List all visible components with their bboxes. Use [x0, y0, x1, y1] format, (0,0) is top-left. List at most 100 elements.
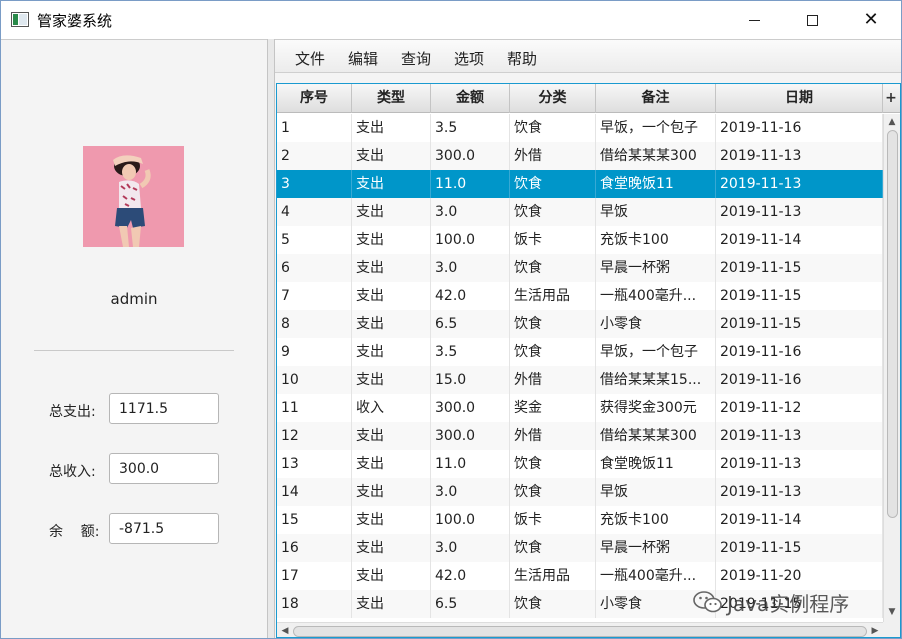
cell-type[interactable]: 支出 — [352, 226, 431, 254]
cell-note[interactable]: 一瓶400毫升... — [596, 282, 716, 310]
cell-amount[interactable]: 15.0 — [431, 366, 510, 394]
cell-type[interactable]: 支出 — [352, 478, 431, 506]
cell-amount[interactable]: 300.0 — [431, 142, 510, 170]
cell-note[interactable]: 小零食 — [596, 310, 716, 338]
cell-category[interactable]: 生活用品 — [510, 282, 596, 310]
table-row[interactable]: 1 支出 3.5 饮食 早饭，一个包子 2019-11-16 — [277, 114, 883, 142]
cell-date[interactable]: 2019-11-13 — [716, 142, 883, 170]
cell-amount[interactable]: 3.5 — [431, 114, 510, 142]
cell-category[interactable]: 饮食 — [510, 590, 596, 618]
cell-amount[interactable]: 3.0 — [431, 478, 510, 506]
total-expense-field[interactable] — [109, 393, 219, 424]
cell-type[interactable]: 支出 — [352, 254, 431, 282]
cell-type[interactable]: 支出 — [352, 282, 431, 310]
scroll-left-icon[interactable]: ◀ — [279, 625, 291, 637]
column-header-category[interactable]: 分类 — [510, 84, 596, 113]
cell-index[interactable]: 16 — [277, 534, 352, 562]
cell-note[interactable]: 早晨一杯粥 — [596, 254, 716, 282]
cell-note[interactable]: 早饭，一个包子 — [596, 338, 716, 366]
cell-type[interactable]: 支出 — [352, 142, 431, 170]
table-row[interactable]: 16 支出 3.0 饮食 早晨一杯粥 2019-11-15 — [277, 534, 883, 562]
cell-note[interactable]: 充饭卡100 — [596, 506, 716, 534]
table-row[interactable]: 12 支出 300.0 外借 借给某某某300 2019-11-13 — [277, 422, 883, 450]
cell-category[interactable]: 饮食 — [510, 114, 596, 142]
cell-date[interactable]: 2019-11-16 — [716, 114, 883, 142]
minimize-button[interactable] — [725, 1, 783, 39]
cell-type[interactable]: 收入 — [352, 394, 431, 422]
menu-help[interactable]: 帮助 — [507, 48, 537, 69]
cell-amount[interactable]: 100.0 — [431, 226, 510, 254]
column-header-type[interactable]: 类型 — [352, 84, 431, 113]
cell-amount[interactable]: 6.5 — [431, 590, 510, 618]
table-row[interactable]: 15 支出 100.0 饭卡 充饭卡100 2019-11-14 — [277, 506, 883, 534]
cell-type[interactable]: 支出 — [352, 366, 431, 394]
cell-note[interactable]: 食堂晚饭11 — [596, 450, 716, 478]
cell-note[interactable]: 借给某某某15... — [596, 366, 716, 394]
menu-query[interactable]: 查询 — [401, 48, 431, 69]
cell-category[interactable]: 饮食 — [510, 254, 596, 282]
cell-date[interactable]: 2019-11-13 — [716, 170, 883, 198]
table-row[interactable]: 2 支出 300.0 外借 借给某某某300 2019-11-13 — [277, 142, 883, 170]
cell-amount[interactable]: 6.5 — [431, 310, 510, 338]
cell-index[interactable]: 6 — [277, 254, 352, 282]
table-row[interactable]: 6 支出 3.0 饮食 早晨一杯粥 2019-11-15 — [277, 254, 883, 282]
table-row[interactable]: 5 支出 100.0 饭卡 充饭卡100 2019-11-14 — [277, 226, 883, 254]
cell-type[interactable]: 支出 — [352, 114, 431, 142]
cell-type[interactable]: 支出 — [352, 450, 431, 478]
cell-category[interactable]: 饮食 — [510, 450, 596, 478]
cell-note[interactable]: 充饭卡100 — [596, 226, 716, 254]
cell-category[interactable]: 外借 — [510, 142, 596, 170]
cell-date[interactable]: 2019-11-15 — [716, 282, 883, 310]
horizontal-scrollbar[interactable]: ◀ ▶ — [277, 622, 883, 637]
menu-options[interactable]: 选项 — [454, 48, 484, 69]
column-header-amount[interactable]: 金额 — [431, 84, 510, 113]
cell-index[interactable]: 5 — [277, 226, 352, 254]
table-row[interactable]: 13 支出 11.0 饮食 食堂晚饭11 2019-11-13 — [277, 450, 883, 478]
table-row[interactable]: 17 支出 42.0 生活用品 一瓶400毫升... 2019-11-20 — [277, 562, 883, 590]
cell-type[interactable]: 支出 — [352, 534, 431, 562]
cell-type[interactable]: 支出 — [352, 506, 431, 534]
table-row[interactable]: 11 收入 300.0 奖金 获得奖金300元 2019-11-12 — [277, 394, 883, 422]
cell-category[interactable]: 饮食 — [510, 338, 596, 366]
cell-date[interactable]: 2019-11-13 — [716, 478, 883, 506]
total-income-field[interactable] — [109, 453, 219, 484]
cell-date[interactable]: 2019-11-13 — [716, 422, 883, 450]
cell-note[interactable]: 早饭 — [596, 478, 716, 506]
column-header-note[interactable]: 备注 — [596, 84, 716, 113]
cell-type[interactable]: 支出 — [352, 590, 431, 618]
cell-amount[interactable]: 11.0 — [431, 450, 510, 478]
cell-index[interactable]: 4 — [277, 198, 352, 226]
cell-date[interactable]: 2019-11-14 — [716, 506, 883, 534]
cell-index[interactable]: 12 — [277, 422, 352, 450]
cell-note[interactable]: 获得奖金300元 — [596, 394, 716, 422]
cell-type[interactable]: 支出 — [352, 198, 431, 226]
cell-note[interactable]: 早饭，一个包子 — [596, 114, 716, 142]
cell-amount[interactable]: 42.0 — [431, 282, 510, 310]
cell-type[interactable]: 支出 — [352, 338, 431, 366]
cell-type[interactable]: 支出 — [352, 562, 431, 590]
table-row[interactable]: 3 支出 11.0 饮食 食堂晚饭11 2019-11-13 — [277, 170, 883, 198]
cell-index[interactable]: 8 — [277, 310, 352, 338]
cell-index[interactable]: 11 — [277, 394, 352, 422]
cell-amount[interactable]: 42.0 — [431, 562, 510, 590]
cell-date[interactable]: 2019-11-14 — [716, 226, 883, 254]
cell-type[interactable]: 支出 — [352, 422, 431, 450]
maximize-button[interactable] — [783, 1, 841, 39]
cell-index[interactable]: 9 — [277, 338, 352, 366]
cell-category[interactable]: 饮食 — [510, 478, 596, 506]
title-bar[interactable]: 管家婆系统 ✕ — [1, 1, 901, 39]
cell-date[interactable]: 2019-11-13 — [716, 450, 883, 478]
cell-category[interactable]: 饮食 — [510, 534, 596, 562]
cell-note[interactable]: 早饭 — [596, 198, 716, 226]
cell-date[interactable]: 2019-11-16 — [716, 338, 883, 366]
cell-note[interactable]: 一瓶400毫升... — [596, 562, 716, 590]
cell-category[interactable]: 饮食 — [510, 170, 596, 198]
column-menu-button[interactable]: + — [882, 84, 900, 113]
balance-field[interactable] — [109, 513, 219, 544]
cell-date[interactable]: 2019-11-16 — [716, 366, 883, 394]
cell-index[interactable]: 1 — [277, 114, 352, 142]
table-row[interactable]: 7 支出 42.0 生活用品 一瓶400毫升... 2019-11-15 — [277, 282, 883, 310]
close-button[interactable]: ✕ — [842, 1, 900, 39]
cell-type[interactable]: 支出 — [352, 310, 431, 338]
menu-edit[interactable]: 编辑 — [348, 48, 378, 69]
